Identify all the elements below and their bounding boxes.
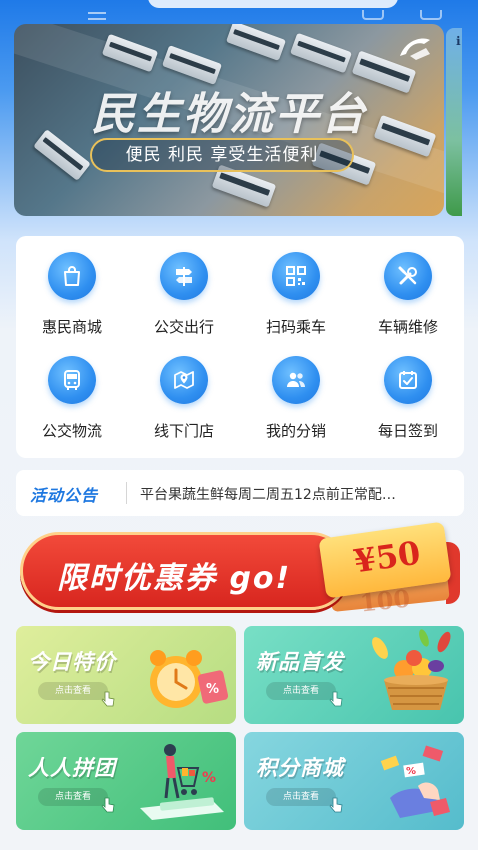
- message-icon[interactable]: [362, 10, 384, 20]
- pointer-hand-icon: [101, 691, 115, 707]
- nav-item-bus-travel[interactable]: 公交出行: [128, 236, 240, 340]
- next-banner-peek[interactable]: [446, 28, 462, 216]
- nav-item-daily-checkin[interactable]: 每日签到: [352, 340, 464, 444]
- menu-icon[interactable]: [88, 12, 106, 20]
- nav-label: 线下门店: [153, 422, 214, 440]
- nav-label: 惠民商城: [41, 318, 102, 336]
- qr-code-icon: [272, 252, 320, 300]
- tile-view-button[interactable]: 点击查看: [38, 682, 108, 700]
- users-icon: [272, 356, 320, 404]
- tile-view-button[interactable]: 点击查看: [266, 788, 336, 806]
- nav-label: 扫码乘车: [265, 318, 326, 336]
- search-bar[interactable]: [148, 0, 398, 8]
- coupon-label: 限时优惠券 go!: [57, 561, 292, 596]
- tile-view-button[interactable]: 点击查看: [38, 788, 108, 806]
- coupon-pill: 限时优惠券 go!: [20, 532, 350, 610]
- quick-nav-card: 惠民商城 公交出行 扫码乘车 车辆维修 公交物流 线下门店 我的分销 每日签到: [16, 236, 464, 458]
- banner-slogan: 便民 利民 享受生活便利: [90, 138, 354, 172]
- nav-item-vehicle-repair[interactable]: 车辆维修: [352, 236, 464, 340]
- platform-logo-icon: [400, 38, 430, 60]
- nav-label: 公交出行: [153, 318, 214, 336]
- tile-title: 今日特价: [28, 650, 116, 674]
- banner-bus-image: [289, 32, 353, 74]
- tile-new-arrivals[interactable]: 新品首发 点击查看: [244, 626, 464, 724]
- map-pin-icon: [160, 356, 208, 404]
- nav-label: 我的分销: [265, 422, 326, 440]
- tile-title: 人人拼团: [28, 756, 116, 780]
- signpost-icon: [160, 252, 208, 300]
- tile-points-mall[interactable]: 积分商城 点击查看 %: [244, 732, 464, 830]
- announcement-text[interactable]: 平台果蔬生鲜每周二周五12点前正常配…: [140, 484, 450, 504]
- nav-item-mall[interactable]: 惠民商城: [16, 236, 128, 340]
- announcement-tag: 活动公告: [30, 486, 99, 505]
- pointer-hand-icon: [329, 691, 343, 707]
- banner-bus-image: [225, 24, 287, 61]
- nav-item-offline-store[interactable]: 线下门店: [128, 340, 240, 444]
- svg-text:%: %: [406, 766, 416, 777]
- shopping-cart-phone-icon: %: [140, 744, 224, 820]
- tile-title: 新品首发: [256, 650, 344, 674]
- bus-icon: [48, 356, 96, 404]
- alarm-clock-icon: %: [150, 650, 229, 708]
- top-strip: [0, 0, 478, 20]
- calendar-check-icon: [384, 356, 432, 404]
- nav-label: 公交物流: [41, 422, 102, 440]
- nav-label: 每日签到: [377, 422, 438, 440]
- hero-banner[interactable]: 民生物流平台 便民 利民 享受生活便利: [14, 24, 444, 216]
- announcement-divider: [126, 482, 127, 504]
- svg-text:%: %: [206, 682, 219, 697]
- svg-text:%: %: [202, 770, 216, 786]
- coupon-hand-icon: %: [380, 745, 450, 818]
- tile-view-button[interactable]: 点击查看: [266, 682, 336, 700]
- pointer-hand-icon: [101, 797, 115, 813]
- announcement-bar[interactable]: 活动公告 平台果蔬生鲜每周二周五12点前正常配…: [16, 470, 464, 516]
- nav-item-my-distribution[interactable]: 我的分销: [240, 340, 352, 444]
- nav-item-scan-ride[interactable]: 扫码乘车: [240, 236, 352, 340]
- nav-item-bus-logistics[interactable]: 公交物流: [16, 340, 128, 444]
- nav-label: 车辆维修: [377, 318, 438, 336]
- next-banner-hint: ℹ: [456, 34, 461, 48]
- tile-group-buy[interactable]: 人人拼团 点击查看 %: [16, 732, 236, 830]
- tile-title: 积分商城: [256, 756, 344, 780]
- tile-daily-special[interactable]: 今日特价 点击查看 %: [16, 626, 236, 724]
- wrench-screwdriver-icon: [384, 252, 432, 300]
- fruit-basket-icon: [372, 629, 451, 710]
- scan-icon[interactable]: [420, 10, 442, 20]
- pointer-hand-icon: [329, 797, 343, 813]
- coupon-banner[interactable]: 100 限时优惠券 go! ¥50: [16, 521, 464, 618]
- banner-title: 民生物流平台: [91, 89, 367, 140]
- shopping-bag-icon: [48, 252, 96, 300]
